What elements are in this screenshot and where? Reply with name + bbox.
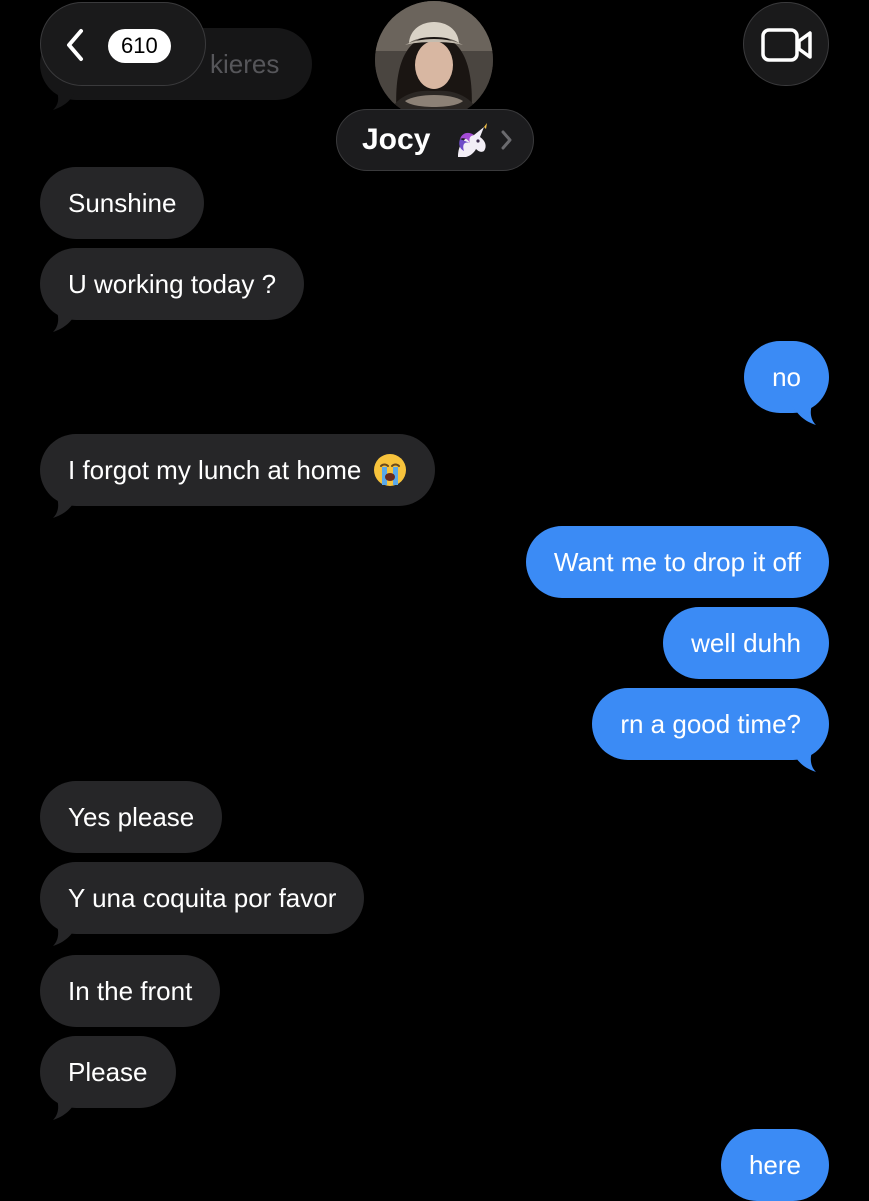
outgoing-message-bubble[interactable]: Want me to drop it off: [525, 526, 829, 598]
incoming-message-bubble[interactable]: Y una coquita por favor: [40, 862, 365, 934]
outgoing-message-bubble[interactable]: rn a good time?: [592, 688, 829, 760]
message-text: I forgot my lunch at home: [68, 455, 362, 485]
message-text: U working today ?: [68, 269, 277, 299]
incoming-message-bubble[interactable]: In the front: [40, 955, 221, 1027]
contact-avatar[interactable]: [375, 1, 493, 119]
incoming-message-bubble[interactable]: Please: [40, 1036, 176, 1108]
incoming-bubble-tail: [53, 1100, 77, 1120]
outgoing-message-bubble[interactable]: here: [720, 1129, 829, 1201]
incoming-bubble-tail: [53, 312, 77, 332]
message-text: Yes please: [68, 802, 195, 832]
chevron-left-icon: [67, 29, 83, 61]
outgoing-message-bubble[interactable]: no: [744, 341, 829, 413]
incoming-bubble-tail: [53, 926, 77, 946]
video-call-button[interactable]: [743, 2, 829, 86]
message-text: rn a good time?: [620, 709, 801, 739]
message-text: Please: [68, 1057, 148, 1087]
outgoing-bubble-tail: [792, 405, 816, 425]
avatar-photo: [375, 1, 493, 119]
message-text: here: [748, 1150, 801, 1180]
outgoing-message-bubble[interactable]: well duhh: [663, 607, 829, 679]
ghost-message-text: kieres: [210, 49, 280, 79]
message-text: Y una coquita por favor: [68, 883, 337, 913]
video-camera-icon: [761, 28, 812, 62]
outgoing-bubble-tail: [792, 752, 816, 772]
message-text: Sunshine: [68, 188, 177, 218]
incoming-message-bubble[interactable]: I forgot my lunch at home: [40, 434, 436, 506]
incoming-message-bubble[interactable]: U working today ?: [40, 248, 305, 320]
message-text: Want me to drop it off: [553, 547, 801, 577]
message-text: In the front: [68, 976, 193, 1006]
chevron-right-icon: [501, 130, 512, 150]
unread-count-badge: 610: [108, 29, 171, 63]
incoming-message-bubble[interactable]: Sunshine: [40, 167, 205, 239]
back-button[interactable]: 610: [40, 2, 206, 86]
contact-name-button[interactable]: Jocy: [336, 109, 534, 171]
message-text: no: [772, 362, 801, 392]
loudly-crying-face-icon: [374, 454, 407, 487]
incoming-bubble-tail: [53, 498, 77, 518]
contact-name: Jocy: [362, 123, 431, 156]
unicorn-icon: [458, 123, 487, 157]
incoming-message-bubble[interactable]: Yes please: [40, 781, 223, 853]
ghost-bubble-tail: [53, 92, 75, 110]
message-text: well duhh: [691, 628, 801, 658]
